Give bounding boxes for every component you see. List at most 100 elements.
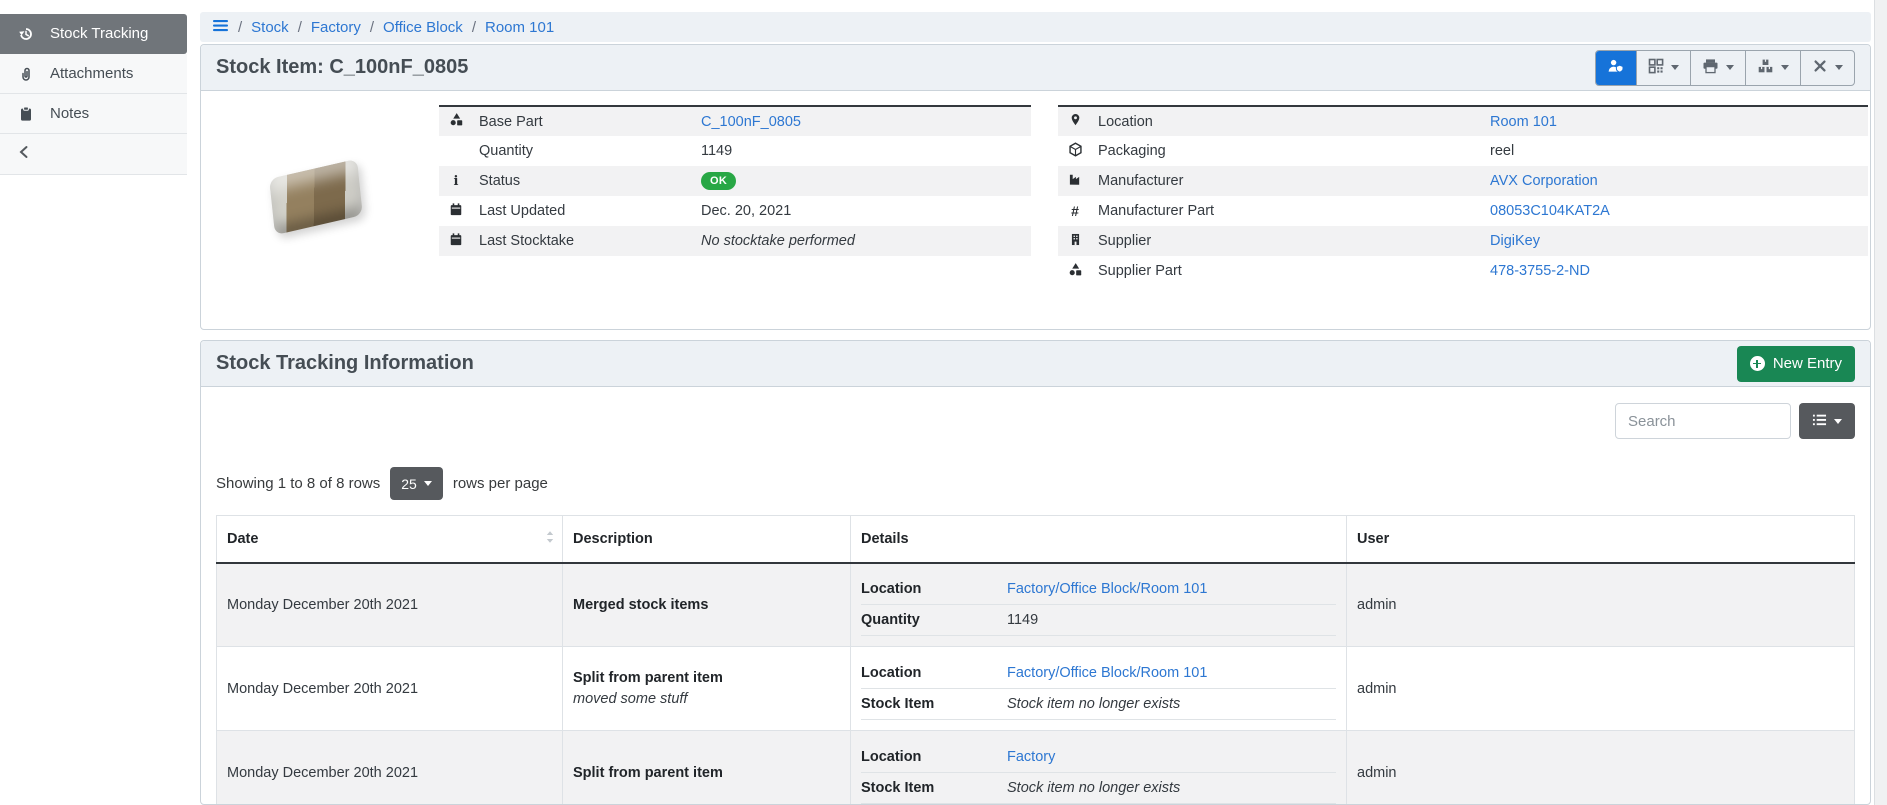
location-link[interactable]: Room 101 — [1490, 114, 1557, 130]
part-thumbnail-image[interactable] — [265, 161, 369, 235]
breadcrumb-menu-button[interactable] — [213, 18, 229, 37]
page-title: Stock Item: C_100nF_0805 — [216, 56, 468, 79]
detail-row-manufacturer-part: # Manufacturer Part 08053C104KAT2A — [1058, 196, 1868, 226]
base-part-link[interactable]: C_100nF_0805 — [701, 114, 801, 130]
breadcrumb-separator: / — [298, 19, 302, 36]
detail-row-location: Location Room 101 — [1058, 106, 1868, 136]
detail-sub-row: Location Factory/Office Block/Room 101 — [861, 658, 1336, 689]
breadcrumb-link-room-101[interactable]: Room 101 — [485, 19, 554, 36]
pagination-showing-text: Showing 1 to 8 of 8 rows — [216, 475, 380, 492]
detail-row-manufacturer: Manufacturer AVX Corporation — [1058, 166, 1868, 196]
stock-tracking-panel-header: Stock Tracking Information New Entry — [201, 341, 1870, 387]
entry-title: Split from parent item — [573, 670, 840, 686]
detail-label: Base Part — [473, 106, 695, 136]
table-row: Monday December 20th 2021 Split from par… — [217, 647, 1855, 731]
sidebar-item-notes[interactable]: Notes — [0, 94, 187, 134]
stock-tracking-panel: Stock Tracking Information New Entry Sho… — [200, 340, 1871, 805]
search-input[interactable] — [1615, 403, 1791, 439]
industry-icon — [1068, 174, 1083, 190]
toolbar-print-button[interactable] — [1690, 51, 1745, 85]
date-cell: Monday December 20th 2021 — [217, 647, 563, 731]
breadcrumb: / Stock / Factory / Office Block / Room … — [200, 12, 1871, 42]
supplier-link[interactable]: DigiKey — [1490, 233, 1540, 249]
supplier-part-link[interactable]: 478-3755-2-ND — [1490, 263, 1590, 279]
manufacturer-part-link[interactable]: 08053C104KAT2A — [1490, 203, 1610, 219]
breadcrumb-link-factory[interactable]: Factory — [311, 19, 361, 36]
sort-icon[interactable] — [545, 530, 555, 548]
detail-label: Supplier Part — [1092, 256, 1484, 286]
details-cell: Location Factory Stock Item Stock item n… — [851, 731, 1347, 805]
detail-sub-row: Stock Item Stock item no longer exists — [861, 773, 1336, 804]
location-link[interactable]: Factory/Office Block/Room 101 — [1007, 581, 1207, 597]
detail-label: Packaging — [1092, 136, 1484, 166]
detail-row-last-updated: Last Updated Dec. 20, 2021 — [439, 196, 1031, 226]
description-cell: Merged stock items — [563, 563, 851, 647]
stock-item-panel: Stock Item: C_100nF_0805 — [200, 44, 1871, 330]
page-size-dropdown[interactable]: 25 — [390, 467, 443, 500]
shapes-icon — [449, 115, 464, 131]
tools-icon — [1812, 58, 1828, 77]
caret-down-icon — [1781, 65, 1789, 70]
quantity-value: 1149 — [701, 143, 732, 159]
last-stocktake-value: No stocktake performed — [701, 233, 855, 249]
stock-detail-table-right: Location Room 101 Packaging reel Manufac… — [1058, 105, 1868, 286]
detail-label: Last Updated — [473, 196, 695, 226]
caret-down-icon — [424, 481, 432, 486]
entry-title: Split from parent item — [573, 765, 840, 781]
sidebar-item-attachments[interactable]: Attachments — [0, 54, 187, 94]
pagination-suffix-text: rows per page — [453, 475, 548, 492]
columns-dropdown-button[interactable] — [1799, 403, 1855, 439]
sidebar-collapse-button[interactable] — [0, 134, 187, 175]
detail-row-supplier-part: Supplier Part 478-3755-2-ND — [1058, 256, 1868, 286]
history-icon — [17, 26, 35, 42]
detail-row-packaging: Packaging reel — [1058, 136, 1868, 166]
detail-sub-row: Location Factory — [861, 742, 1336, 773]
printer-icon — [1702, 58, 1719, 77]
sidebar-item-label: Notes — [50, 105, 89, 122]
pagination-info: Showing 1 to 8 of 8 rows 25 rows per pag… — [216, 467, 1855, 500]
toolbar-qrcode-button[interactable] — [1636, 51, 1690, 85]
detail-label: Last Stocktake — [473, 226, 695, 256]
table-row: Monday December 20th 2021 Split from par… — [217, 731, 1855, 805]
column-header-details: Details — [851, 516, 1347, 563]
detail-label: Manufacturer Part — [1092, 196, 1484, 226]
main-content: / Stock / Factory / Office Block / Room … — [200, 0, 1871, 805]
location-link[interactable]: Factory/Office Block/Room 101 — [1007, 665, 1207, 681]
toolbar-user-shield-button[interactable] — [1596, 51, 1636, 85]
caret-down-icon — [1726, 65, 1734, 70]
toolbar-settings-button[interactable] — [1800, 51, 1854, 85]
breadcrumb-link-office-block[interactable]: Office Block — [383, 19, 463, 36]
hamburger-icon — [213, 18, 229, 37]
user-cell: admin — [1347, 647, 1855, 731]
description-cell: Split from parent item — [563, 731, 851, 805]
description-cell: Split from parent item moved some stuff — [563, 647, 851, 731]
breadcrumb-link-stock[interactable]: Stock — [251, 19, 289, 36]
new-entry-label: New Entry — [1773, 355, 1842, 372]
building-icon — [1069, 235, 1082, 251]
sidebar-item-label: Stock Tracking — [50, 25, 148, 42]
user-cell: admin — [1347, 731, 1855, 805]
manufacturer-link[interactable]: AVX Corporation — [1490, 173, 1598, 189]
stock-item-toolbar — [1595, 50, 1855, 86]
detail-row-quantity: Quantity 1149 — [439, 136, 1031, 166]
scrollbar-track[interactable] — [1874, 0, 1887, 805]
map-marker-icon — [1069, 115, 1082, 131]
packaging-value: reel — [1490, 143, 1514, 159]
date-cell: Monday December 20th 2021 — [217, 731, 563, 805]
column-header-user: User — [1347, 516, 1855, 563]
calendar-icon — [449, 205, 463, 221]
breadcrumb-separator: / — [472, 19, 476, 36]
tracking-panel-title: Stock Tracking Information — [216, 352, 474, 375]
info-icon: i — [454, 174, 459, 189]
location-link[interactable]: Factory — [1007, 749, 1055, 765]
clipboard-icon — [17, 106, 35, 122]
column-header-date[interactable]: Date — [217, 516, 563, 563]
stock-item-details: Base Part C_100nF_0805 Quantity 1149 i S… — [201, 91, 1870, 330]
quantity-value: 1149 — [1007, 612, 1038, 628]
new-entry-button[interactable]: New Entry — [1737, 346, 1855, 382]
toolbar-stock-actions-button[interactable] — [1745, 51, 1800, 85]
caret-down-icon — [1671, 65, 1679, 70]
sidebar-item-stock-tracking[interactable]: Stock Tracking — [0, 14, 187, 54]
plus-circle-icon — [1750, 356, 1765, 371]
stock-item-panel-header: Stock Item: C_100nF_0805 — [201, 45, 1870, 91]
